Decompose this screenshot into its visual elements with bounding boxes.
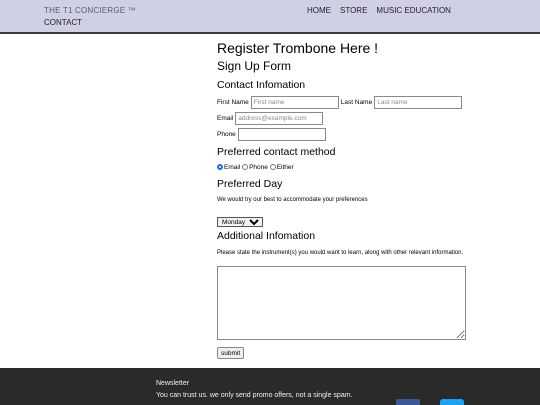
first-name-label: First Name [217, 98, 249, 106]
radio-either-label: Either [276, 163, 294, 171]
newsletter-title: Newsletter [156, 380, 190, 387]
last-name-input[interactable] [374, 95, 463, 109]
nav-link-contact[interactable]: CONTACT [44, 18, 82, 27]
email-input[interactable] [235, 111, 324, 125]
form-subtitle: Sign Up Form [217, 59, 292, 73]
twitter-icon[interactable] [440, 399, 464, 405]
radio-either[interactable] [269, 164, 276, 170]
top-nav: THE T1 CONCIERGE ™ CONTACT HOME STORE MU… [0, 0, 540, 34]
facebook-icon[interactable] [396, 399, 420, 405]
nav-link-home[interactable]: HOME [307, 6, 331, 15]
phone-input[interactable] [237, 127, 326, 141]
radio-phone-label: Phone [249, 163, 268, 171]
email-label: Email [217, 114, 234, 122]
first-name-input[interactable] [250, 95, 339, 109]
email-row: Email [217, 110, 517, 126]
nav-links: HOME STORE MUSIC EDUCATION [307, 6, 451, 15]
nav-link-music-education[interactable]: MUSIC EDUCATION [376, 6, 451, 15]
submit-button[interactable]: submit [217, 347, 245, 359]
footer: Newsletter You can trust us. we only sen… [0, 368, 540, 405]
registration-form: Register Trombone Here ! Sign Up Form Co… [217, 40, 517, 360]
brand-logo-text[interactable]: THE T1 CONCIERGE ™ [44, 6, 136, 15]
additional-info-textarea[interactable] [217, 266, 466, 340]
contact-heading: Contact Infomation [217, 79, 306, 91]
day-select-wrap: Monday [217, 211, 517, 229]
phone-label: Phone [217, 130, 236, 138]
radio-email[interactable] [217, 164, 223, 170]
day-hint: We would try our best to accommodate you… [217, 197, 368, 203]
radio-email-label: Email [224, 163, 241, 171]
page-title: Register Trombone Here ! [217, 40, 379, 56]
method-radio-group: Email Phone Either [217, 161, 517, 173]
method-heading: Preferred contact method [217, 146, 336, 158]
last-name-label: Last Name [340, 98, 373, 106]
name-row: First Name Last Name [217, 94, 517, 110]
phone-row: Phone [217, 126, 517, 142]
day-heading: Preferred Day [217, 178, 283, 190]
day-select[interactable]: Monday [217, 217, 263, 227]
additional-hint: Please state the instrument(s) you would… [217, 250, 464, 256]
nav-link-store[interactable]: STORE [340, 6, 367, 15]
additional-heading: Additional Infomation [217, 230, 316, 242]
newsletter-text: You can trust us. we only send promo off… [156, 392, 353, 399]
radio-phone[interactable] [242, 164, 249, 170]
